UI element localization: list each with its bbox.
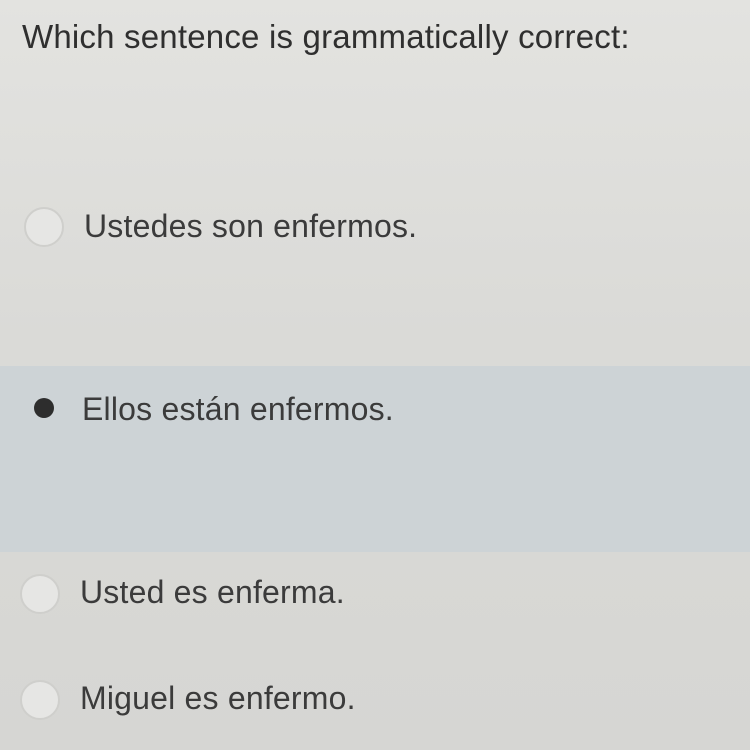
radio-button-checked[interactable] [24,388,64,428]
answer-option-label: Ustedes son enfermos. [84,208,418,244]
question-text: Which sentence is grammatically correct: [22,18,630,55]
answer-option-label: Miguel es enfermo. [80,680,356,716]
radio-button-unchecked[interactable] [24,207,64,247]
answer-option-3[interactable]: Usted es enferma. [0,552,750,638]
answer-option-1[interactable]: Ustedes son enfermos. [0,180,750,280]
answer-option-label: Ellos están enfermos. [82,391,394,427]
answer-option-label: Usted es enferma. [80,574,345,610]
radio-button-unchecked[interactable] [20,680,60,720]
radio-button-unchecked[interactable] [20,574,60,614]
radio-selected-dot [34,398,54,418]
quiz-page: Which sentence is grammatically correct:… [0,0,750,750]
answer-option-2[interactable]: Ellos están enfermos. [0,366,750,552]
answer-option-4[interactable]: Miguel es enfermo. [0,660,750,750]
